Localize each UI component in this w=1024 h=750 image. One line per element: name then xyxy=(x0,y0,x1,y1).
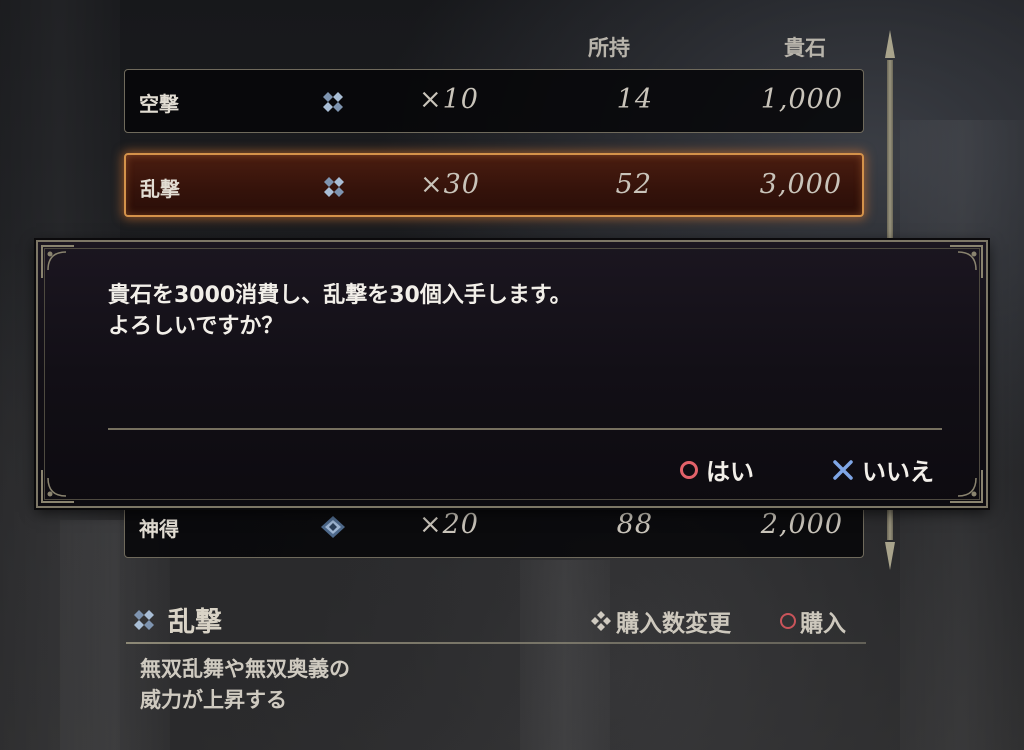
detail-divider xyxy=(126,642,866,644)
buy-label: 購入 xyxy=(800,611,846,637)
selected-item-header: 乱撃 xyxy=(130,600,222,639)
dpad-icon xyxy=(591,611,611,631)
shop-item-row[interactable]: 空撃 ×10 14 1,000 xyxy=(124,69,864,133)
item-price: 3,000 xyxy=(759,169,842,200)
ornament-corner-icon xyxy=(41,470,74,503)
item-name: 乱撃 xyxy=(140,177,180,201)
item-name: 空撃 xyxy=(139,92,179,116)
item-owned-count: 52 xyxy=(615,169,652,200)
circle-button-icon xyxy=(680,460,698,479)
confirm-yes-label: はい xyxy=(706,458,754,486)
scrollbar-bottom-cap xyxy=(885,542,895,570)
gem-cluster-icon xyxy=(324,177,344,197)
gem-cluster-icon xyxy=(134,609,154,630)
change-quantity-hint[interactable]: 購入数変更 xyxy=(590,604,731,638)
ornament-corner-icon xyxy=(41,245,74,278)
buy-hint[interactable]: 購入 xyxy=(780,604,846,638)
background-pillar xyxy=(520,560,610,750)
dialog-message: 貴石を3000消費し、乱撃を30個入手します。 よろしいですか？ xyxy=(108,283,572,339)
change-quantity-label: 購入数変更 xyxy=(616,611,731,637)
item-price: 2,000 xyxy=(760,509,843,540)
item-quantity: ×30 xyxy=(420,169,480,200)
item-description: 無双乱舞や無双奥義の 威力が上昇する xyxy=(140,657,350,712)
confirm-yes-button[interactable]: はい xyxy=(680,452,754,487)
item-name: 神得 xyxy=(139,517,179,541)
dialog-divider xyxy=(108,428,942,430)
diamond-gem-icon xyxy=(321,516,345,538)
confirm-no-label: いいえ xyxy=(862,458,934,486)
item-owned-count: 14 xyxy=(616,84,653,115)
confirm-no-button[interactable]: いいえ xyxy=(832,452,934,487)
item-owned-count: 88 xyxy=(616,509,653,540)
price-column-header: 貴石 xyxy=(784,36,826,60)
item-quantity: ×10 xyxy=(419,84,479,115)
purchase-confirm-dialog: 貴石を3000消費し、乱撃を30個入手します。 よろしいですか？ はい いいえ xyxy=(36,240,988,508)
shop-item-row-selected[interactable]: 乱撃 ×30 52 3,000 xyxy=(124,153,864,217)
gem-cluster-icon xyxy=(323,92,343,112)
circle-button-icon xyxy=(780,613,796,629)
ornament-corner-icon xyxy=(950,245,983,278)
owned-column-header: 所持 xyxy=(588,36,630,60)
item-quantity: ×20 xyxy=(419,509,479,540)
selected-item-title: 乱撃 xyxy=(168,607,222,638)
cross-button-icon xyxy=(833,459,853,480)
scrollbar-top-cap xyxy=(885,30,895,58)
item-price: 1,000 xyxy=(760,84,843,115)
ornament-corner-icon xyxy=(950,470,983,503)
